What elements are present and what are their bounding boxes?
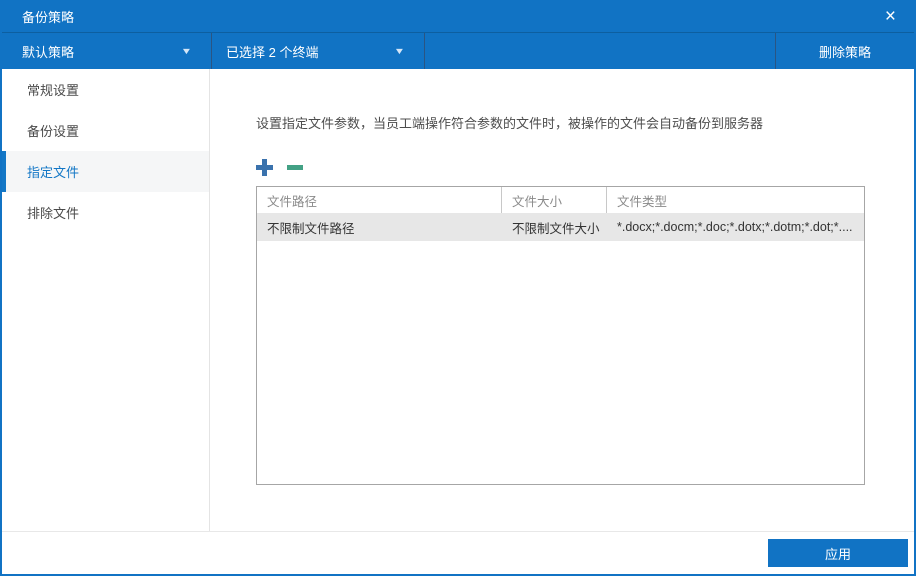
plus-icon[interactable] bbox=[256, 158, 273, 176]
window-body: 常规设置 备份设置 指定文件 排除文件 设置指定文件参数，当员工端操作符合参数的… bbox=[2, 69, 914, 531]
specified-files-table: 文件路径 文件大小 文件类型 不限制文件路径 不限制文件大小 *.docx;*.… bbox=[256, 186, 865, 486]
policy-toolbar: 默认策略 ▼ 已选择 2 个终端 ▼ 删除策略 bbox=[2, 33, 914, 69]
chevron-down-icon: ▼ bbox=[393, 46, 406, 56]
column-header-file-path: 文件路径 bbox=[257, 187, 502, 214]
table-row[interactable]: 不限制文件路径 不限制文件大小 *.docx;*.docm;*.doc;*.do… bbox=[257, 213, 864, 242]
footer-bar: 应用 bbox=[2, 531, 914, 574]
terminal-dropdown[interactable]: 已选择 2 个终端 ▼ bbox=[212, 33, 424, 69]
sidebar-item-specified-files[interactable]: 指定文件 bbox=[2, 151, 209, 192]
specified-files-panel: 设置指定文件参数，当员工端操作符合参数的文件时，被操作的文件会自动备份到服务器 … bbox=[210, 69, 914, 531]
cell-file-path: 不限制文件路径 bbox=[267, 221, 355, 236]
sidebar-item-general-settings[interactable]: 常规设置 bbox=[2, 69, 209, 110]
policy-dropdown[interactable]: 默认策略 ▼ bbox=[2, 33, 211, 69]
column-header-file-size: 文件大小 bbox=[502, 187, 607, 214]
minus-icon[interactable] bbox=[287, 164, 303, 170]
chevron-down-icon: ▼ bbox=[180, 46, 193, 56]
window-title: 备份策略 bbox=[22, 9, 75, 25]
title-bar: 备份策略 × bbox=[2, 0, 914, 33]
cell-file-size: 不限制文件大小 bbox=[512, 221, 600, 236]
terminal-dropdown-label: 已选择 2 个终端 bbox=[226, 44, 319, 60]
panel-description: 设置指定文件参数，当员工端操作符合参数的文件时，被操作的文件会自动备份到服务器 bbox=[256, 116, 764, 131]
sidebar-item-backup-settings[interactable]: 备份设置 bbox=[2, 110, 209, 151]
cell-file-type: *.docx;*.docm;*.doc;*.dotx;*.dotm;*.dot;… bbox=[617, 220, 853, 235]
delete-policy-button[interactable]: 删除策略 bbox=[776, 33, 914, 69]
column-header-file-type: 文件类型 bbox=[617, 194, 668, 209]
backup-policy-window: 备份策略 × 默认策略 ▼ 已选择 2 个终端 ▼ 删除策略 常规设置 备份设置… bbox=[0, 0, 916, 576]
table-header-row: 文件路径 文件大小 文件类型 bbox=[257, 187, 864, 214]
apply-button[interactable]: 应用 bbox=[768, 539, 908, 567]
close-icon[interactable]: × bbox=[885, 7, 896, 26]
policy-dropdown-label: 默认策略 bbox=[22, 44, 75, 60]
settings-sidebar: 常规设置 备份设置 指定文件 排除文件 bbox=[2, 69, 210, 531]
sidebar-item-excluded-files[interactable]: 排除文件 bbox=[2, 192, 209, 233]
table-actions bbox=[256, 158, 865, 176]
